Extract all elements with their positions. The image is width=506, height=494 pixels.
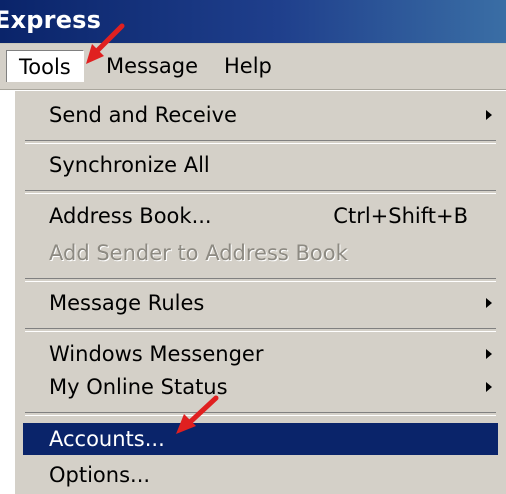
submenu-arrow-icon [486, 110, 492, 120]
menu-item-my-online-status[interactable]: My Online Status [23, 371, 498, 403]
menu-separator [25, 328, 496, 332]
menu-item-accounts[interactable]: Accounts... [23, 423, 498, 455]
menu-separator [25, 190, 496, 194]
background-window-edge [0, 90, 15, 494]
menu-item-label: Accounts... [49, 427, 165, 451]
window-title: Express [0, 6, 102, 34]
menu-bar: Tools Message Help [0, 44, 506, 90]
menu-item-options[interactable]: Options... [23, 459, 498, 491]
menu-item-label: Synchronize All [49, 153, 210, 177]
title-bar: Express [0, 0, 506, 44]
menu-help[interactable]: Help [212, 50, 284, 82]
menu-item-label: Message Rules [49, 291, 205, 315]
menu-item-synchronize-all[interactable]: Synchronize All [23, 149, 498, 181]
menu-item-label: Windows Messenger [49, 342, 264, 366]
menu-item-send-and-receive[interactable]: Send and Receive [23, 99, 498, 131]
menu-message[interactable]: Message [94, 50, 210, 82]
tools-dropdown-menu: Send and Receive Synchronize All Address… [14, 90, 506, 494]
menu-item-address-book[interactable]: Address Book... Ctrl+Shift+B [23, 200, 498, 232]
menu-separator [25, 140, 496, 144]
submenu-arrow-icon [486, 349, 492, 359]
menu-item-add-sender-to-address-book[interactable]: Add Sender to Address Book [23, 237, 498, 269]
submenu-arrow-icon [486, 382, 492, 392]
menu-item-label: My Online Status [49, 375, 228, 399]
menu-tools[interactable]: Tools [6, 50, 84, 82]
menu-item-label: Options... [49, 463, 151, 487]
menu-item-label: Send and Receive [49, 103, 237, 127]
menu-item-label: Address Book... [49, 204, 212, 228]
menu-separator [25, 278, 496, 282]
menu-item-windows-messenger[interactable]: Windows Messenger [23, 338, 498, 370]
shortcut-text: Ctrl+Shift+B [333, 204, 468, 228]
menu-item-message-rules[interactable]: Message Rules [23, 287, 498, 319]
menu-separator [25, 412, 496, 416]
menu-item-label: Add Sender to Address Book [49, 241, 348, 265]
submenu-arrow-icon [486, 298, 492, 308]
